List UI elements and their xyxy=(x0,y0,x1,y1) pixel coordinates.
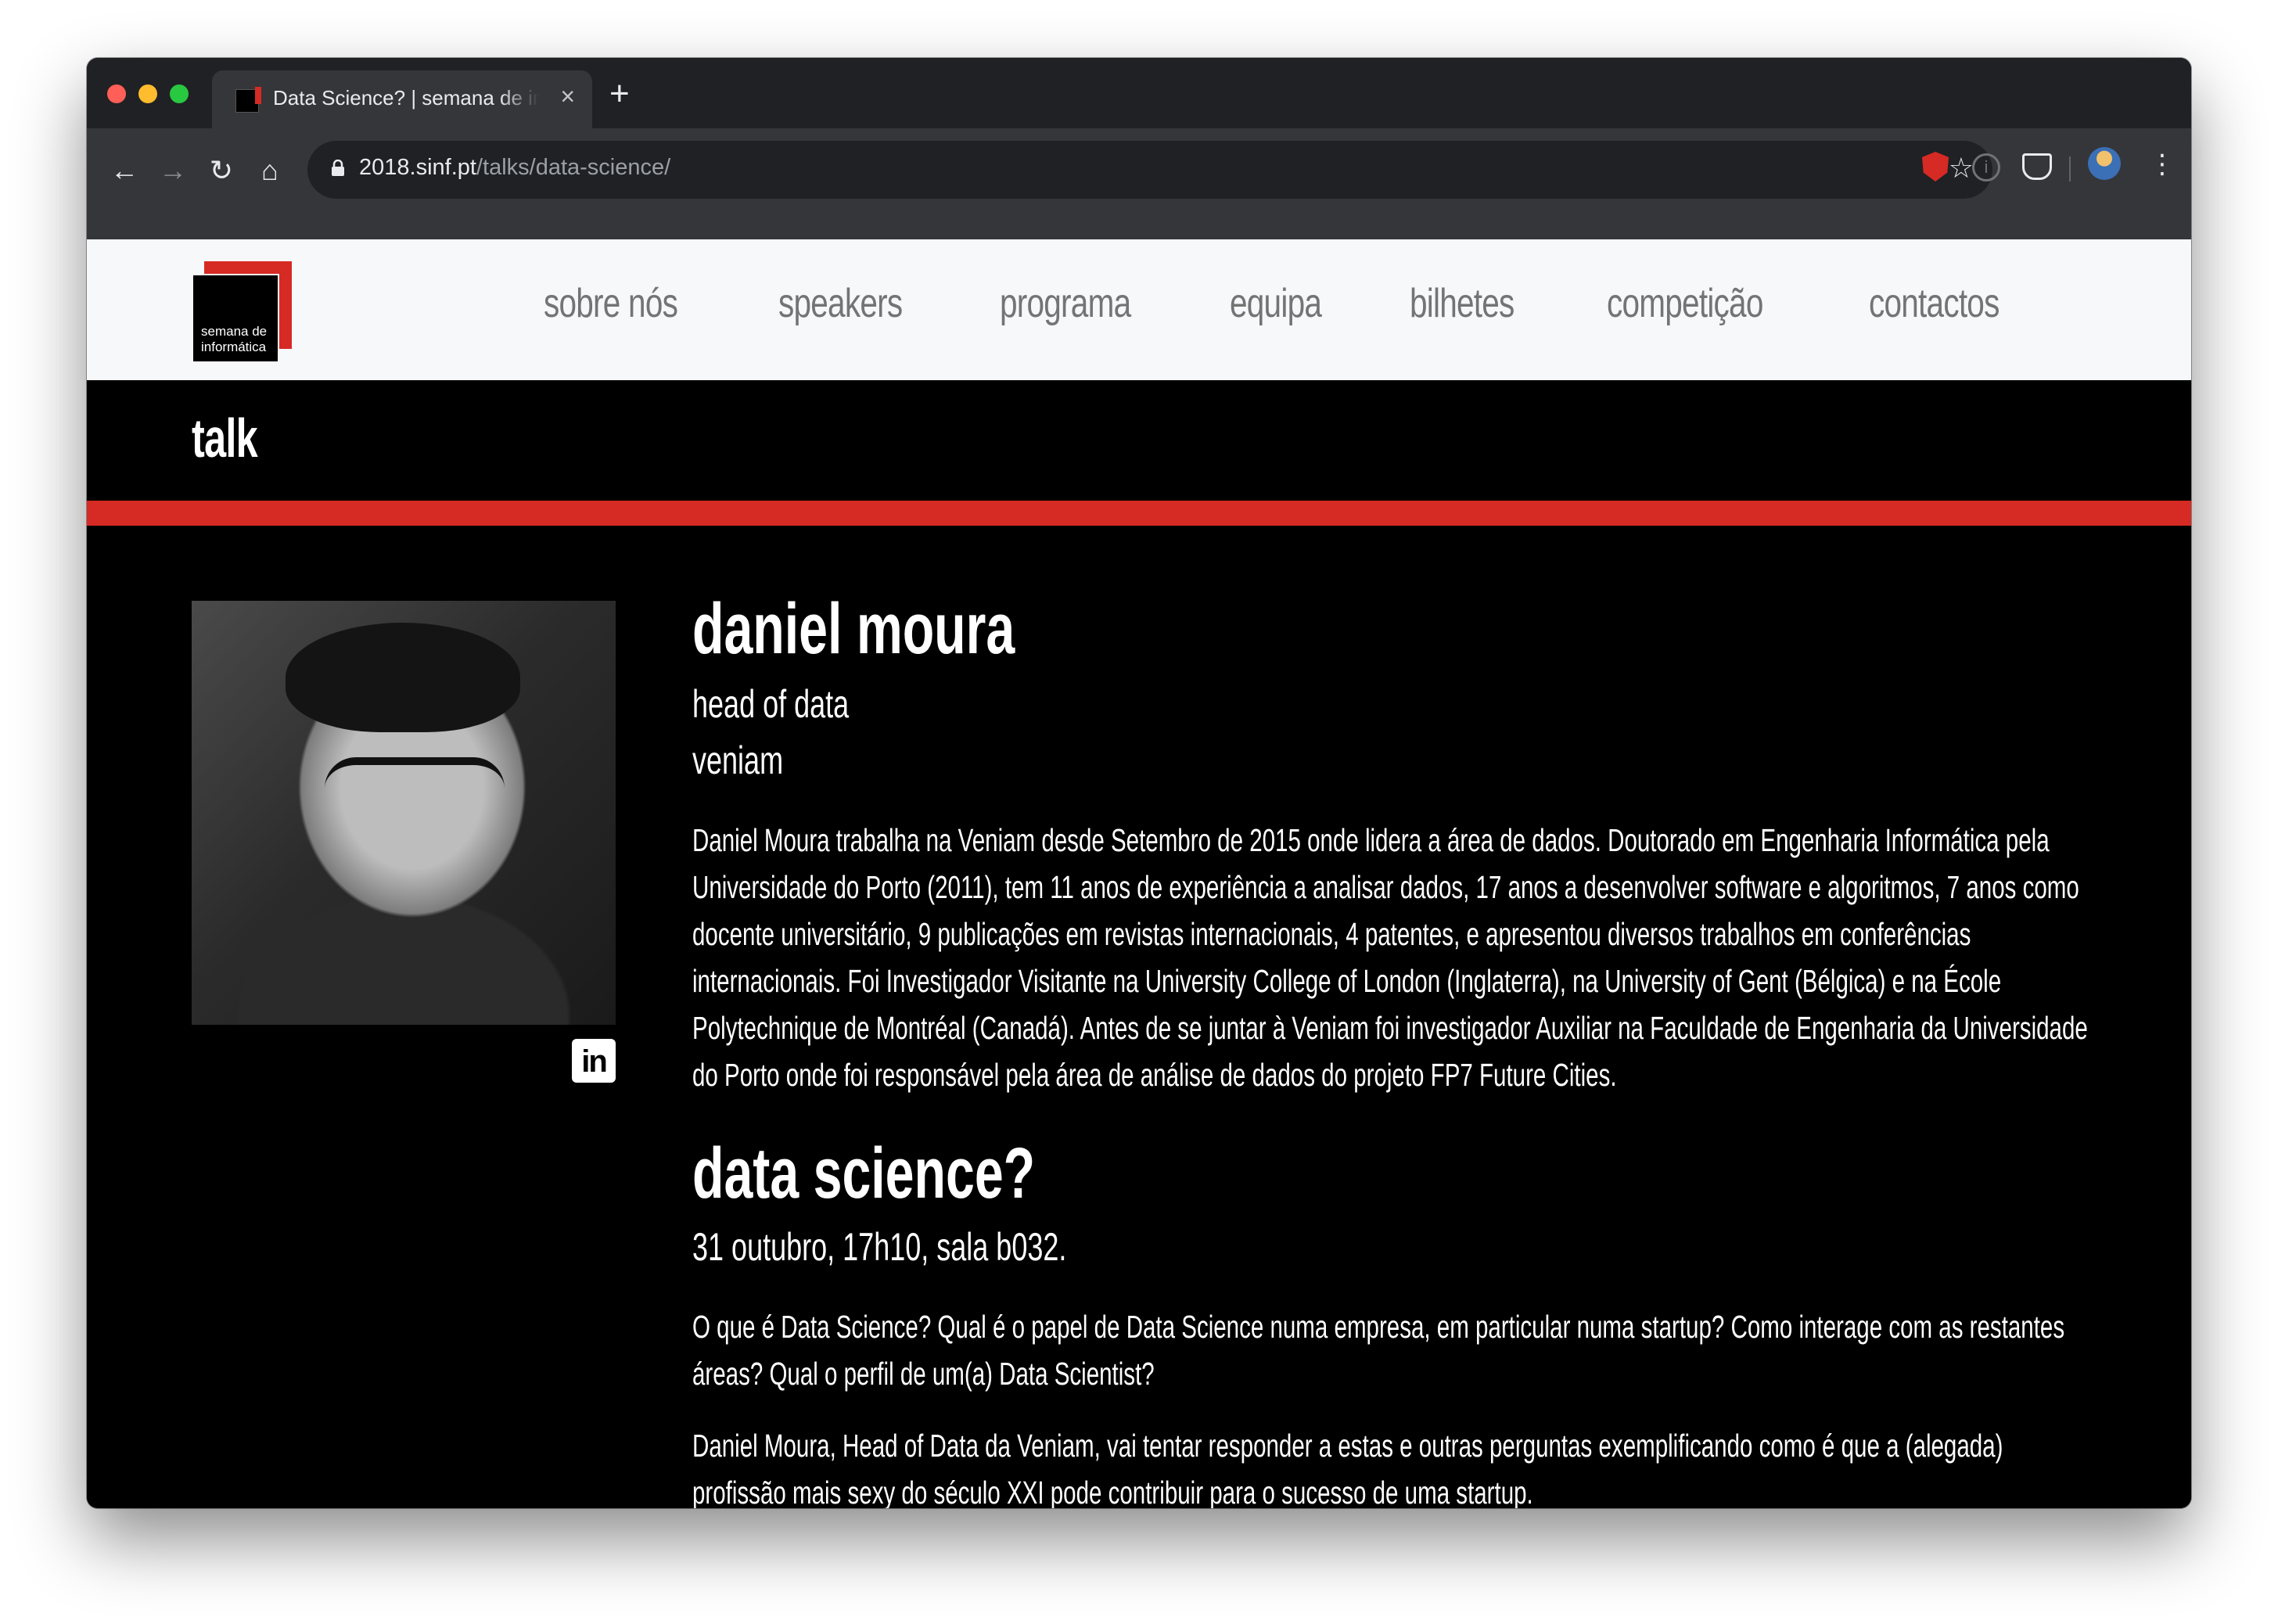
tab-strip: Data Science? | semana de informática × … xyxy=(87,58,2191,128)
logo-line-2: informática xyxy=(201,340,267,354)
tab-close-icon[interactable]: × xyxy=(560,84,575,109)
photo-glasses xyxy=(325,757,505,820)
maximize-window-button[interactable] xyxy=(170,84,189,103)
page-banner: talk xyxy=(87,380,2191,501)
nav-competicao[interactable]: competição xyxy=(1607,280,1763,327)
talk-description-1: O que é Data Science? Qual é o papel de … xyxy=(692,1309,2065,1392)
tab-title: Data Science? | semana de informática xyxy=(273,86,539,110)
info-extension-icon[interactable]: i xyxy=(1972,153,2000,181)
close-window-button[interactable] xyxy=(107,84,126,103)
accent-divider xyxy=(87,501,2191,526)
browser-menu-icon[interactable]: ⋮ xyxy=(2149,149,2176,180)
talk-content: in daniel moura head of data veniam Dani… xyxy=(87,526,2191,1508)
nav-bilhetes[interactable]: bilhetes xyxy=(1410,280,1514,327)
speaker-bio: Daniel Moura trabalha na Veniam desde Se… xyxy=(692,822,2088,1093)
url-text[interactable]: 2018.sinf.pt/talks/data-science/ xyxy=(359,155,670,181)
profile-avatar[interactable] xyxy=(2088,147,2121,180)
minimize-window-button[interactable] xyxy=(138,84,157,103)
lock-icon xyxy=(332,160,344,176)
speaker-role: head of data xyxy=(692,682,850,726)
speaker-photo xyxy=(192,601,616,1025)
nav-contactos[interactable]: contactos xyxy=(1869,280,2000,327)
toolbar-divider xyxy=(2069,156,2071,181)
bookmark-star-icon[interactable]: ☆ xyxy=(1949,152,1974,185)
reload-button[interactable]: ↻ xyxy=(206,154,237,186)
linkedin-icon[interactable]: in xyxy=(572,1039,616,1083)
logo-line-1: semana de xyxy=(201,324,268,339)
forward-button[interactable]: → xyxy=(157,154,189,186)
address-bar[interactable]: 2018.sinf.pt/talks/data-science/ ☆ xyxy=(307,141,1992,199)
url-path: /talks/data-science/ xyxy=(476,155,671,180)
speaker-details: daniel moura head of data veniam Daniel … xyxy=(692,590,2100,1508)
logo-black-square: semana de informática xyxy=(192,274,279,363)
browser-tab-active[interactable]: Data Science? | semana de informática × xyxy=(212,70,592,128)
url-host: 2018.sinf.pt xyxy=(359,155,476,180)
pocket-extension-icon[interactable] xyxy=(2022,153,2052,180)
new-tab-button[interactable]: + xyxy=(609,77,630,111)
site-header: semana de informática sobre nós speakers… xyxy=(87,239,2191,380)
nav-equipa[interactable]: equipa xyxy=(1230,280,1322,327)
browser-window: Data Science? | semana de informática × … xyxy=(87,58,2191,1508)
talk-schedule: 31 outubro, 17h10, sala b032. xyxy=(692,1225,1067,1269)
photo-hair xyxy=(286,623,520,732)
back-button[interactable]: ← xyxy=(109,154,140,186)
page-title: talk xyxy=(192,408,258,469)
home-button[interactable]: ⌂ xyxy=(254,154,286,186)
logo-text: semana de informática xyxy=(201,324,267,355)
site-logo[interactable]: semana de informática xyxy=(192,261,293,363)
main-nav: sobre nós speakers programa equipa bilhe… xyxy=(544,280,2036,327)
talk-description-2: Daniel Moura, Head of Data da Veniam, va… xyxy=(692,1428,2003,1508)
browser-toolbar: ← → ↻ ⌂ 2018.sinf.pt/talks/data-science/… xyxy=(87,128,2191,239)
speaker-name: daniel moura xyxy=(692,589,1015,669)
nav-speakers[interactable]: speakers xyxy=(778,280,903,327)
nav-programa[interactable]: programa xyxy=(1000,280,1131,327)
speaker-company: veniam xyxy=(692,738,784,782)
site-favicon-icon xyxy=(235,87,261,113)
talk-title: data science? xyxy=(692,1134,1036,1213)
nav-sobre-nos[interactable]: sobre nós xyxy=(544,280,678,327)
